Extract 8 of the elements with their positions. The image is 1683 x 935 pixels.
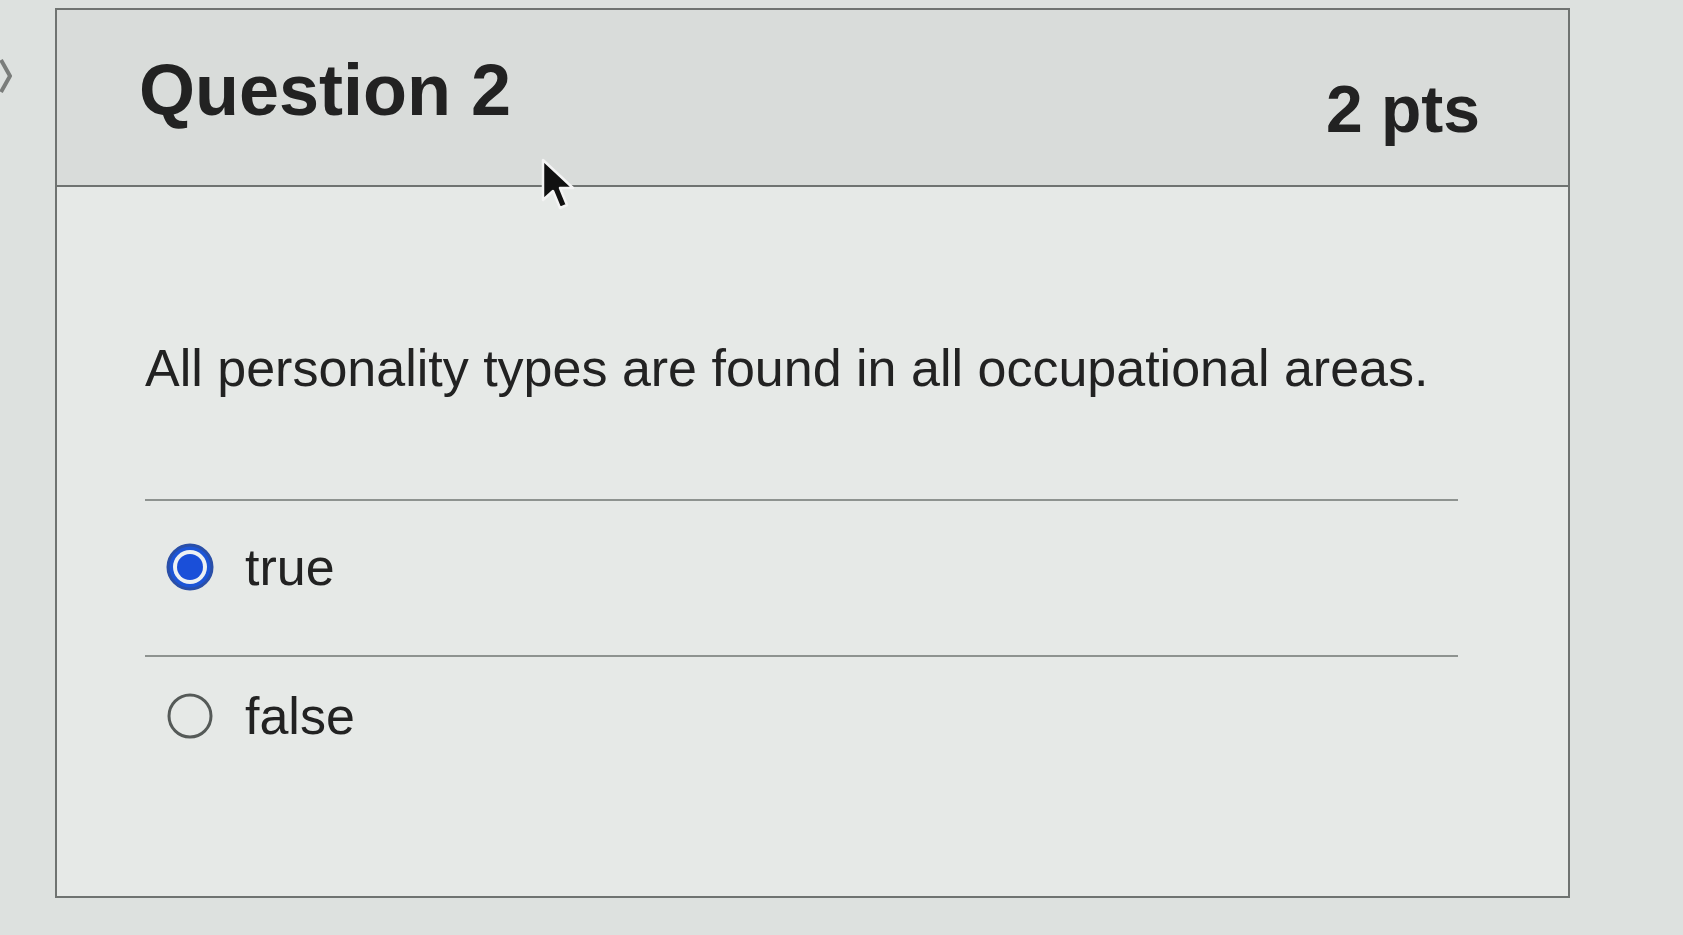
cursor-icon (541, 158, 575, 212)
answer-label[interactable]: false (245, 685, 355, 748)
answer-label[interactable]: true (245, 536, 335, 599)
question-text: All personality types are found in all occupational areas. (145, 338, 1430, 399)
chevron-icon[interactable] (0, 56, 12, 96)
radio-button[interactable] (165, 542, 215, 593)
points-label: 2 pts (1325, 73, 1480, 146)
question-title: Question 2 (139, 50, 512, 131)
